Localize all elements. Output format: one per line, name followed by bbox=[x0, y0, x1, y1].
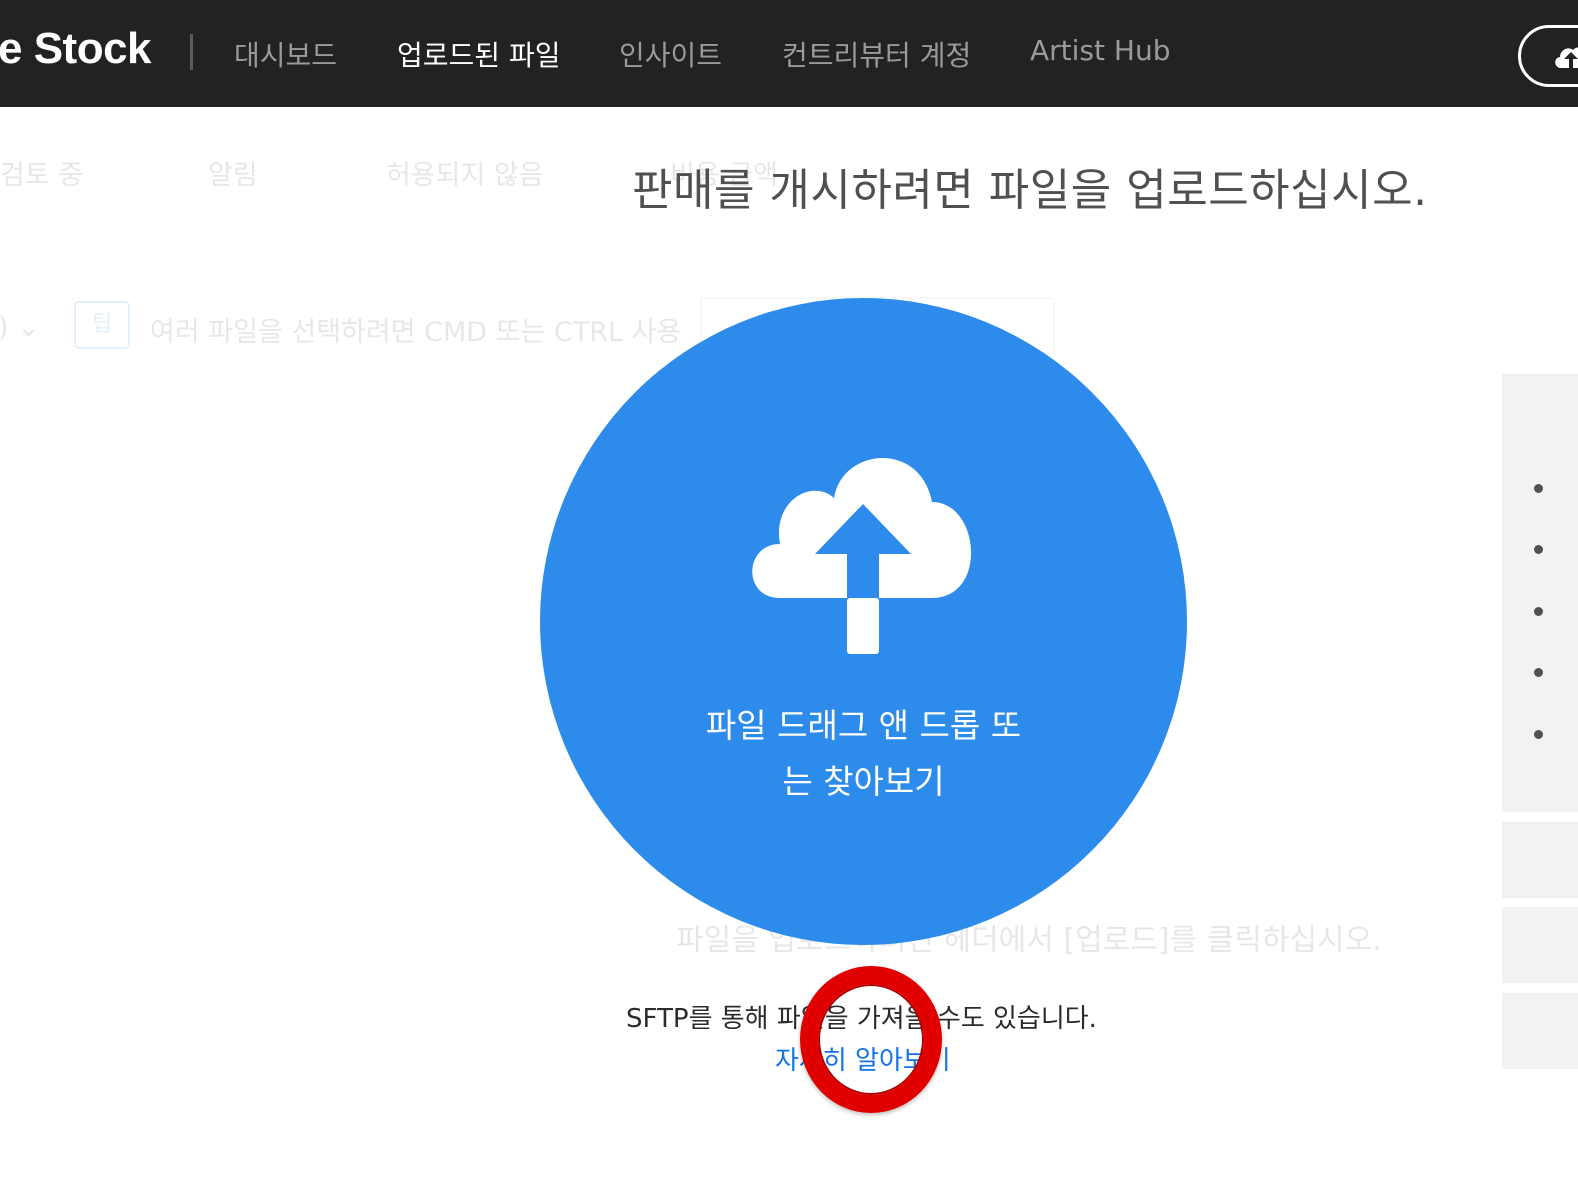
bullet-icon bbox=[1534, 668, 1543, 677]
sftp-info-text: SFTP를 통해 파일을 가져올 수도 있습니다. bbox=[626, 1004, 1097, 1034]
nav-uploaded-files[interactable]: 업로드된 파일 bbox=[397, 34, 560, 74]
filter-dropdown[interactable]: ) ⌄ bbox=[0, 312, 40, 343]
bullet-icon bbox=[1534, 607, 1543, 616]
cloud-upload-icon bbox=[752, 457, 972, 654]
filter-dropdown-label: ) bbox=[0, 312, 9, 343]
bullet-icon bbox=[1534, 730, 1543, 739]
page-title: 판매를 개시하려면 파일을 업로드하십시오. bbox=[632, 165, 1428, 216]
brand-logo[interactable]: e Stock bbox=[0, 24, 152, 74]
side-box-3[interactable] bbox=[1502, 993, 1578, 1069]
file-drop-zone[interactable]: 파일 드래그 앤 드롭 또 는 찾아보기 bbox=[540, 298, 1187, 945]
side-info-panel bbox=[1502, 374, 1578, 812]
nav-artist-hub[interactable]: Artist Hub bbox=[1030, 34, 1170, 67]
side-box-1[interactable] bbox=[1502, 822, 1578, 898]
chevron-down-icon: ⌄ bbox=[17, 312, 40, 343]
nav-dashboard[interactable]: 대시보드 bbox=[234, 34, 337, 74]
drop-zone-line-2: 는 찾아보기 bbox=[782, 762, 945, 801]
brand-divider bbox=[190, 34, 193, 70]
multi-select-tip: 여러 파일을 선택하려면 CMD 또는 CTRL 사용 bbox=[150, 317, 682, 348]
header-upload-button[interactable] bbox=[1518, 25, 1578, 87]
top-navigation-bar: e Stock 대시보드 업로드된 파일 인사이트 컨트리뷰터 계정 Artis… bbox=[0, 0, 1578, 107]
tab-notifications[interactable]: 알림 bbox=[208, 153, 258, 192]
bullet-icon bbox=[1534, 545, 1543, 554]
learn-more-link[interactable]: 자세히 알아보기 bbox=[775, 1040, 951, 1077]
drop-zone-line-1: 파일 드래그 앤 드롭 또 bbox=[705, 706, 1022, 745]
nav-insights[interactable]: 인사이트 bbox=[619, 34, 722, 74]
side-box-2[interactable] bbox=[1502, 907, 1578, 983]
tip-badge: 팁 bbox=[74, 301, 130, 349]
drop-zone-label: 파일 드래그 앤 드롭 또 는 찾아보기 bbox=[690, 698, 1037, 810]
cloud-upload-icon bbox=[1555, 47, 1578, 68]
nav-contributor-account[interactable]: 컨트리뷰터 계정 bbox=[782, 34, 971, 74]
tab-not-accepted[interactable]: 허용되지 않음 bbox=[386, 153, 544, 192]
bullet-icon bbox=[1534, 484, 1543, 493]
tab-in-review[interactable]: 검토 중 bbox=[0, 153, 83, 192]
